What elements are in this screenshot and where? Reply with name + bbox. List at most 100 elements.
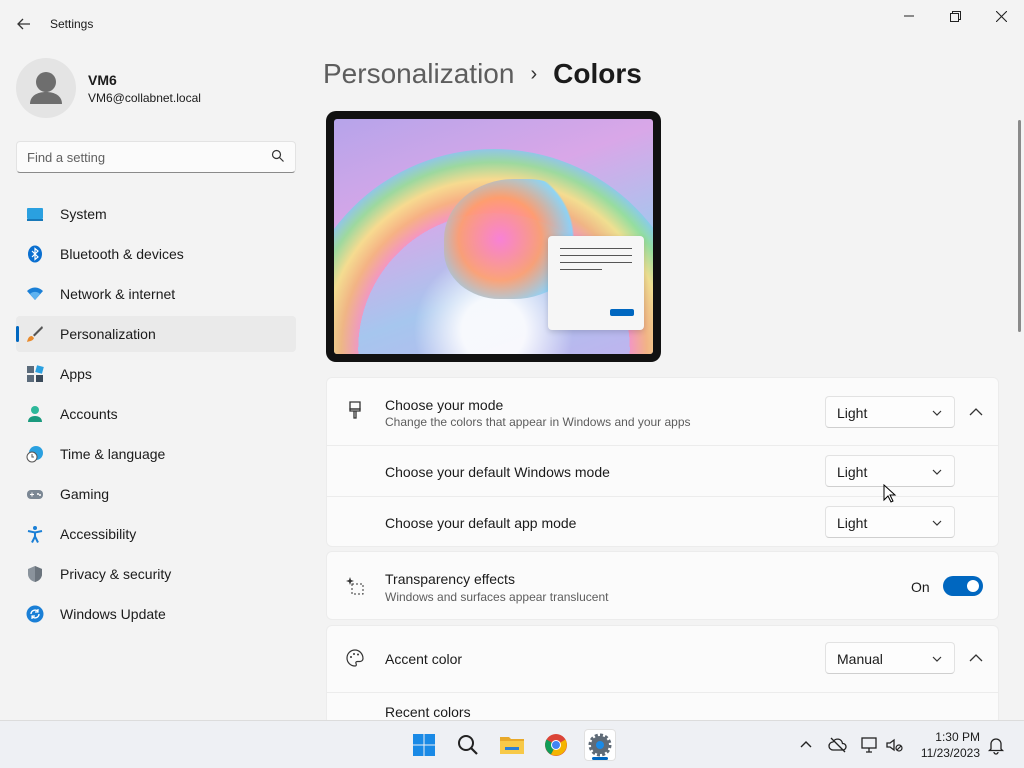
sidebar-item-windows-update[interactable]: Windows Update bbox=[16, 596, 296, 632]
app-mode-dropdown[interactable]: Light bbox=[825, 506, 955, 538]
clock-date: 11/23/2023 bbox=[920, 746, 980, 760]
chevron-down-icon bbox=[932, 469, 942, 475]
sidebar-item-network[interactable]: Network & internet bbox=[16, 276, 296, 312]
restore-button[interactable] bbox=[932, 4, 978, 28]
close-icon bbox=[995, 10, 1007, 22]
network-monitor-icon[interactable] bbox=[860, 735, 880, 755]
sidebar-item-bluetooth[interactable]: Bluetooth & devices bbox=[16, 236, 296, 272]
apps-icon bbox=[27, 365, 44, 382]
sidebar-item-accessibility[interactable]: Accessibility bbox=[16, 516, 296, 552]
theme-preview bbox=[326, 111, 661, 362]
back-button[interactable] bbox=[14, 14, 34, 34]
sidebar-item-label: System bbox=[60, 206, 107, 222]
back-arrow-icon bbox=[17, 18, 30, 30]
gear-icon bbox=[588, 733, 612, 757]
sidebar-item-label: Privacy & security bbox=[60, 566, 172, 582]
clock-time: 1:30 PM bbox=[935, 730, 980, 744]
sample-accent-button bbox=[610, 309, 634, 316]
accent-dropdown-value: Manual bbox=[837, 651, 883, 667]
mouse-cursor-icon bbox=[883, 484, 897, 503]
chevron-up-icon[interactable] bbox=[966, 648, 986, 668]
windows-mode-row: Choose your default Windows mode Light bbox=[327, 446, 998, 496]
chrome-icon bbox=[545, 734, 567, 756]
file-explorer-button[interactable] bbox=[496, 729, 528, 761]
chevron-down-icon bbox=[932, 410, 942, 416]
app-title: Settings bbox=[50, 17, 94, 31]
breadcrumb-separator: › bbox=[530, 62, 538, 85]
sidebar-item-label: Apps bbox=[60, 366, 92, 382]
mode-dropdown-value: Light bbox=[837, 405, 868, 421]
clock-globe-icon bbox=[26, 446, 43, 463]
sidebar-item-personalization[interactable]: Personalization bbox=[16, 316, 296, 352]
taskbar-search-button[interactable] bbox=[452, 729, 484, 761]
wallpaper-preview bbox=[334, 119, 653, 354]
sidebar-item-system[interactable]: System bbox=[16, 196, 296, 232]
sidebar-item-accounts[interactable]: Accounts bbox=[16, 396, 296, 432]
avatar[interactable] bbox=[16, 58, 76, 118]
windows-mode-value: Light bbox=[837, 464, 868, 480]
sidebar-item-label: Accounts bbox=[60, 406, 118, 422]
page-title: Colors bbox=[553, 58, 642, 89]
accent-card: Accent color Manual Recent colors bbox=[326, 625, 999, 725]
app-mode-value: Light bbox=[837, 515, 868, 531]
chrome-button[interactable] bbox=[540, 729, 572, 761]
transparency-state: On bbox=[911, 579, 930, 595]
taskbar: 1:30 PM 11/23/2023 bbox=[0, 720, 1024, 768]
transparency-toggle[interactable] bbox=[943, 576, 983, 596]
minimize-icon bbox=[904, 15, 914, 17]
windows-mode-dropdown[interactable]: Light bbox=[825, 455, 955, 487]
accounts-icon bbox=[28, 406, 42, 422]
palette-icon bbox=[346, 649, 364, 667]
chevron-up-icon[interactable] bbox=[796, 735, 816, 755]
onedrive-icon[interactable] bbox=[828, 735, 848, 755]
settings-taskbar-button[interactable] bbox=[584, 729, 616, 761]
sidebar-item-label: Windows Update bbox=[60, 606, 166, 622]
search-icon bbox=[271, 149, 284, 162]
accent-row[interactable]: Accent color Manual bbox=[327, 626, 998, 692]
chevron-up-icon[interactable] bbox=[966, 402, 986, 422]
active-app-indicator bbox=[592, 757, 608, 760]
minimize-button[interactable] bbox=[886, 4, 932, 28]
sidebar-item-label: Time & language bbox=[60, 446, 166, 462]
folder-icon bbox=[500, 737, 524, 754]
sidebar-item-privacy[interactable]: Privacy & security bbox=[16, 556, 296, 592]
transparency-card: Transparency effects Windows and surface… bbox=[326, 551, 999, 620]
restore-icon bbox=[949, 10, 961, 22]
search-input[interactable]: Find a setting bbox=[16, 141, 296, 173]
chevron-down-icon bbox=[932, 656, 942, 662]
mode-row[interactable]: Choose your mode Change the colors that … bbox=[327, 378, 998, 445]
transparency-title: Transparency effects bbox=[385, 571, 515, 587]
mode-dropdown[interactable]: Light bbox=[825, 396, 955, 428]
sidebar-item-label: Personalization bbox=[60, 326, 156, 342]
search-placeholder: Find a setting bbox=[27, 150, 106, 165]
mode-card: Choose your mode Change the colors that … bbox=[326, 377, 999, 547]
mode-subtitle: Change the colors that appear in Windows… bbox=[385, 415, 691, 429]
chevron-down-icon bbox=[932, 520, 942, 526]
sidebar-item-gaming[interactable]: Gaming bbox=[16, 476, 296, 512]
start-button[interactable] bbox=[408, 729, 440, 761]
system-clock[interactable]: 1:30 PM 11/23/2023 bbox=[921, 729, 980, 761]
update-icon bbox=[26, 605, 44, 623]
close-button[interactable] bbox=[978, 4, 1024, 28]
scrollbar[interactable] bbox=[1018, 120, 1021, 332]
breadcrumb: Personalization › Colors bbox=[323, 58, 642, 90]
accessibility-icon bbox=[27, 526, 43, 543]
sidebar-item-time-language[interactable]: Time & language bbox=[16, 436, 296, 472]
accent-dropdown[interactable]: Manual bbox=[825, 642, 955, 674]
shield-icon bbox=[28, 566, 42, 582]
sidebar-item-apps[interactable]: Apps bbox=[16, 356, 296, 392]
recent-colors-label: Recent colors bbox=[385, 704, 471, 720]
wifi-icon bbox=[27, 287, 43, 300]
app-mode-label: Choose your default app mode bbox=[385, 515, 577, 531]
app-mode-row: Choose your default app mode Light bbox=[327, 497, 998, 547]
volume-muted-icon[interactable] bbox=[884, 735, 904, 755]
windows-logo-icon bbox=[413, 734, 435, 756]
bluetooth-icon bbox=[28, 245, 42, 263]
toggle-knob bbox=[967, 580, 979, 592]
sidebar-item-label: Network & internet bbox=[60, 286, 176, 302]
transparency-icon bbox=[346, 577, 364, 595]
breadcrumb-parent[interactable]: Personalization bbox=[323, 58, 514, 90]
notification-bell-icon[interactable] bbox=[986, 735, 1006, 755]
sidebar-item-label: Accessibility bbox=[60, 526, 137, 542]
mode-title: Choose your mode bbox=[385, 397, 504, 413]
